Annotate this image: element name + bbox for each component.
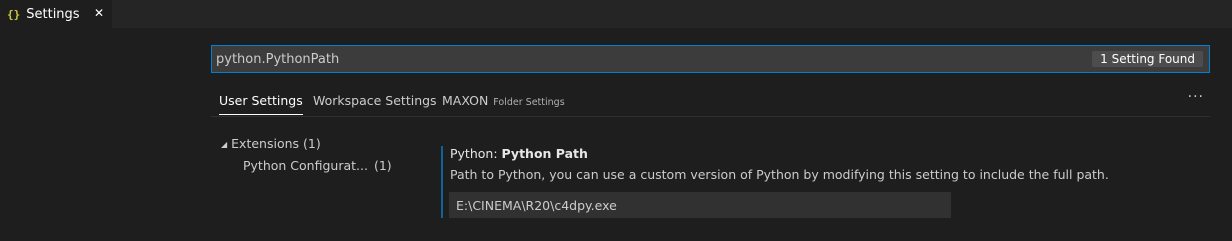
tab-label: Settings <box>26 6 80 22</box>
close-icon[interactable]: ✕ <box>94 6 104 20</box>
tab-user-settings[interactable]: User Settings <box>219 93 303 115</box>
setting-name: Python Path <box>501 146 588 161</box>
folder-settings-note: Folder Settings <box>493 97 565 108</box>
tab-folder-maxon[interactable]: MAXON Folder Settings <box>442 93 565 108</box>
tab-workspace-settings-label: Workspace Settings <box>313 93 437 108</box>
json-braces-icon: {} <box>7 7 21 21</box>
settings-scope-tabs: User Settings Workspace Settings MAXON Fo… <box>211 85 1210 117</box>
tab-user-settings-label: User Settings <box>219 93 303 108</box>
toc-item-python-configuration[interactable]: Python Configurat... (1) <box>243 158 392 173</box>
more-actions-icon[interactable]: ··· <box>1188 89 1204 105</box>
settings-editor-tab[interactable]: {} Settings ✕ <box>0 0 112 28</box>
tab-folder-label: MAXON <box>442 93 489 108</box>
settings-search-input[interactable] <box>216 49 1076 69</box>
toc-extensions-group[interactable]: ◢ Extensions (1) <box>221 136 321 151</box>
tab-workspace-settings[interactable]: Workspace Settings <box>313 93 437 108</box>
python-path-input[interactable] <box>449 192 951 218</box>
toc-item-label: Python Configurat... <box>243 158 368 173</box>
setting-title: Python: Python Path <box>450 146 588 161</box>
editor-tab-bar: {} Settings ✕ <box>0 0 1232 28</box>
toc-group-label: Extensions <box>231 136 300 151</box>
setting-description: Path to Python, you can use a custom ver… <box>450 167 1109 182</box>
results-count-badge: 1 Setting Found <box>1092 51 1203 67</box>
expanded-triangle-icon: ◢ <box>221 140 228 149</box>
setting-category: Python: <box>450 146 498 161</box>
setting-python-path: Python: Python Path Path to Python, you … <box>441 146 1143 218</box>
settings-search-box[interactable]: 1 Setting Found <box>211 45 1210 73</box>
toc-item-count: (1) <box>373 158 392 173</box>
toc-group-count: (1) <box>303 136 321 151</box>
